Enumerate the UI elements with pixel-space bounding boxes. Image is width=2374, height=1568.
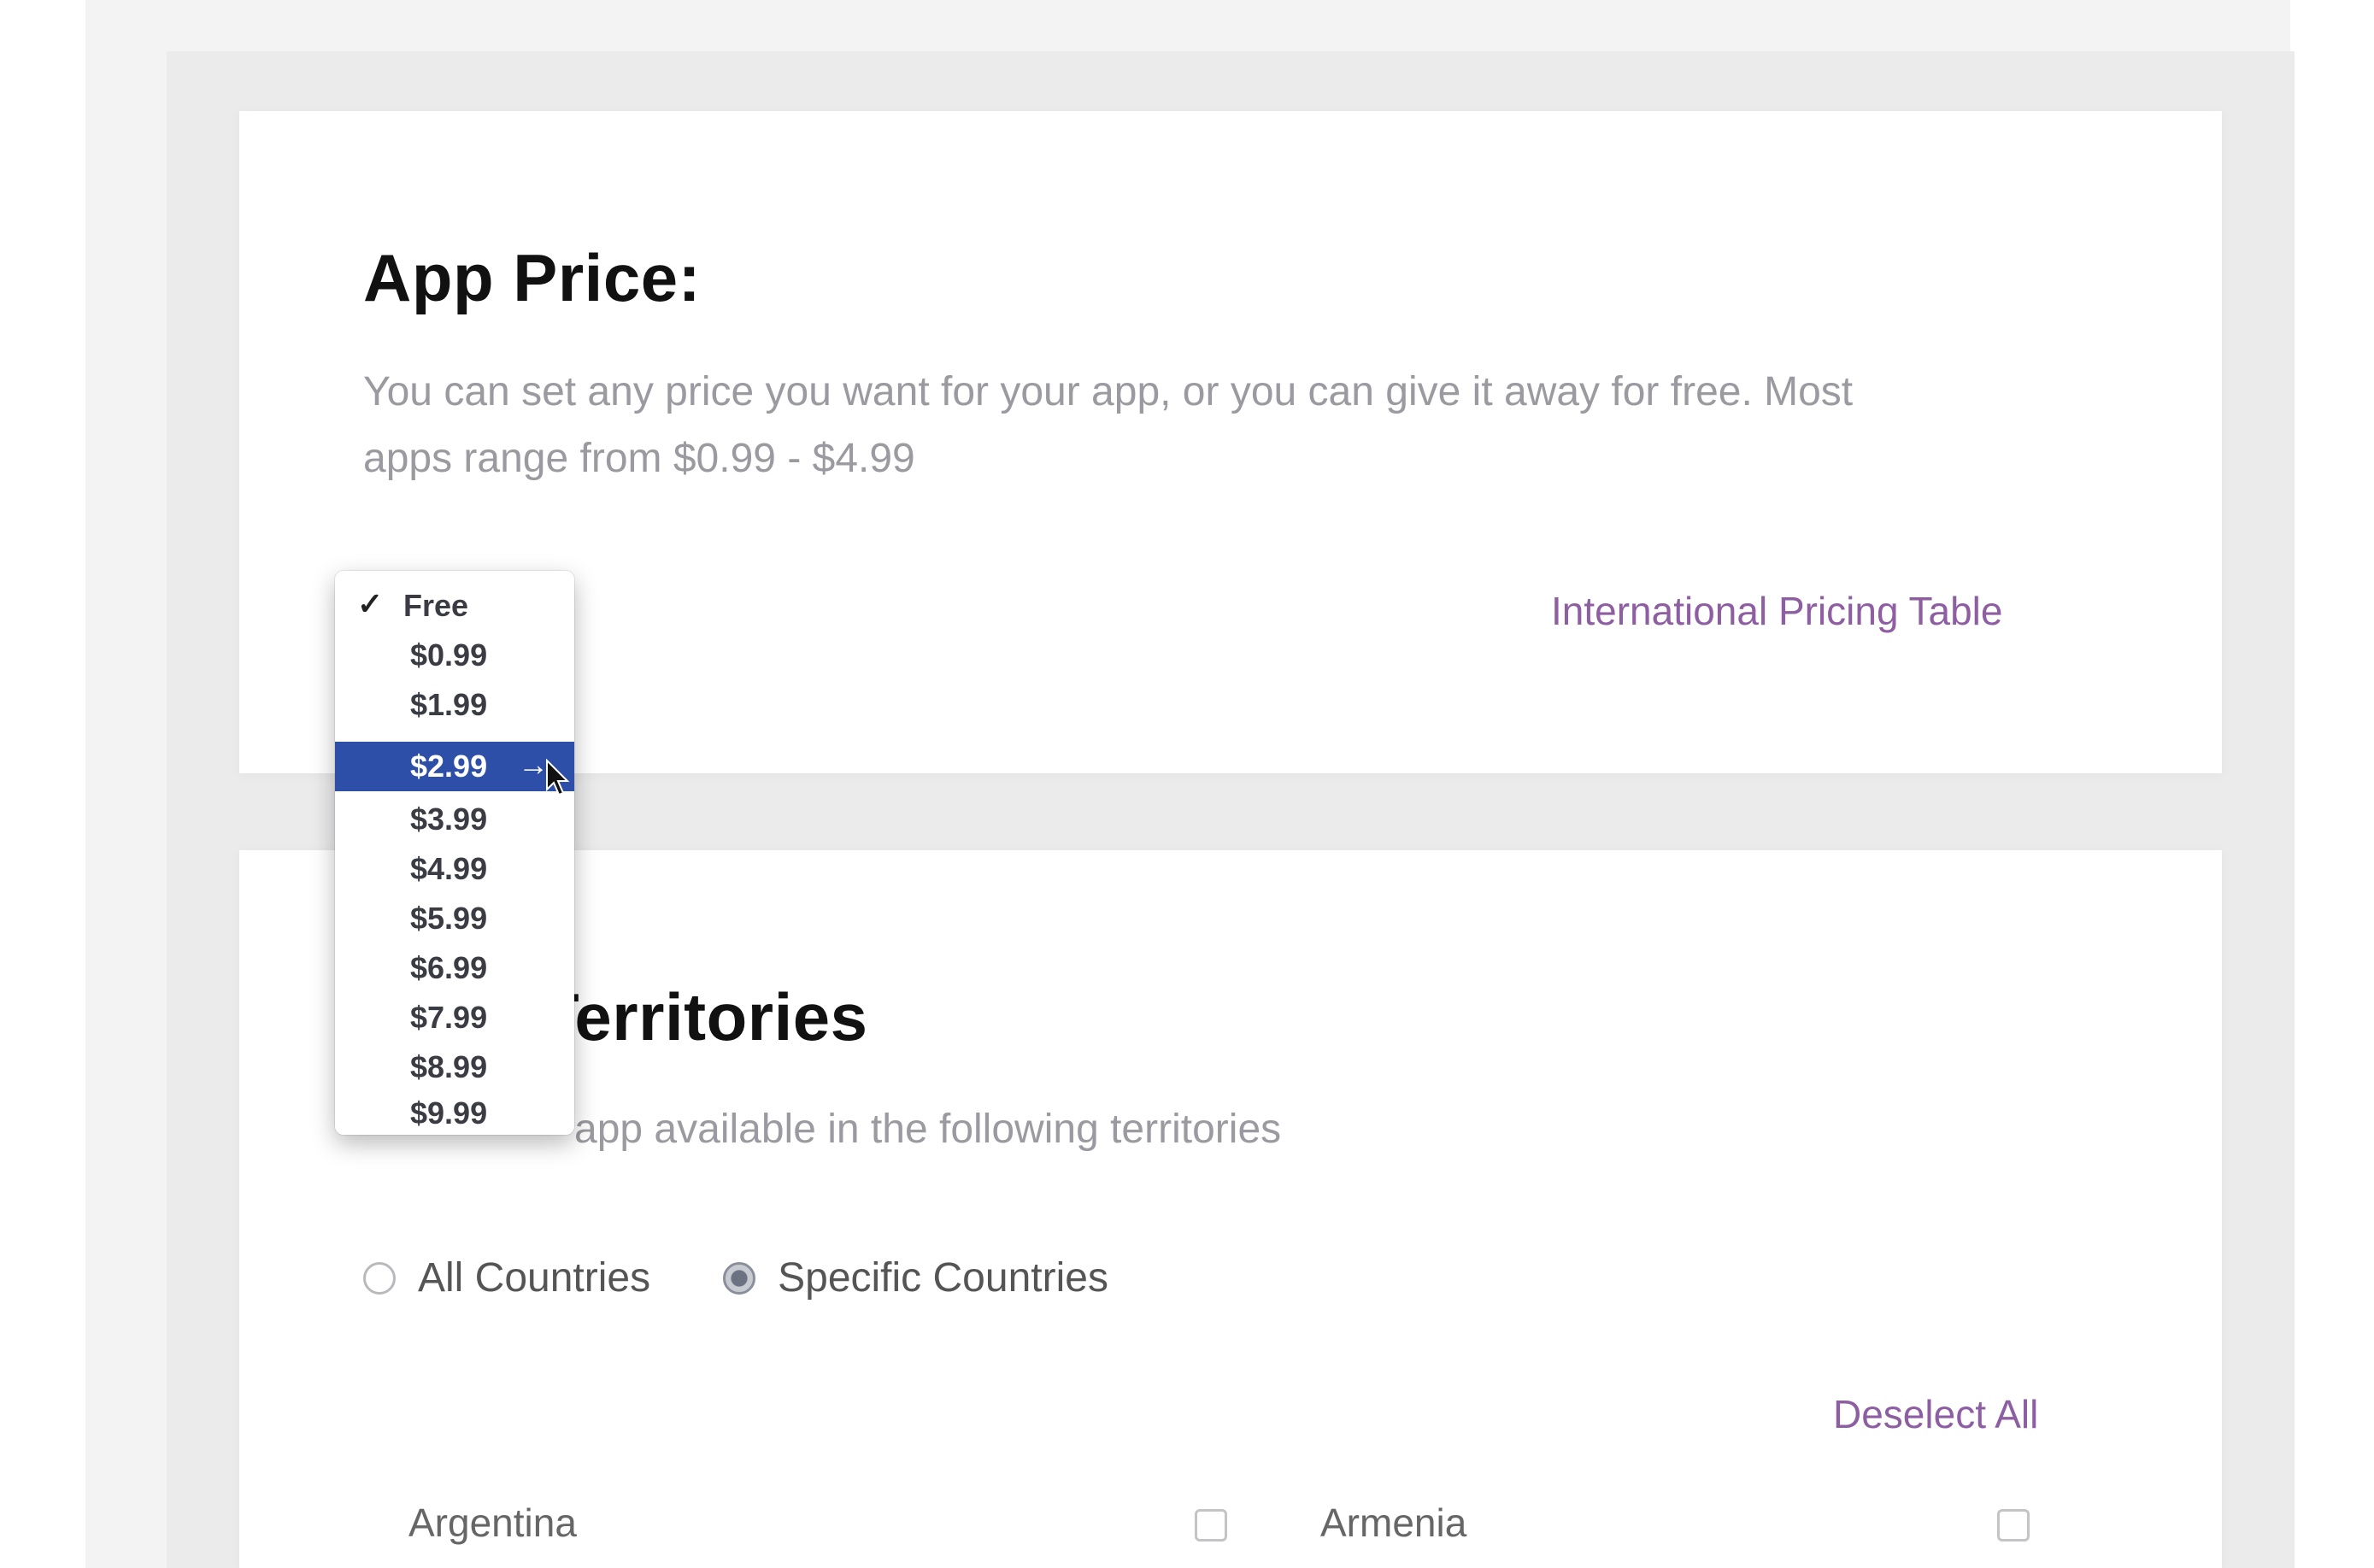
submenu-arrow-icon: →: [518, 747, 549, 782]
price-option-label: $8.99: [410, 1049, 488, 1084]
price-option-label: $3.99: [410, 802, 488, 837]
price-option-0-99[interactable]: $0.99: [335, 631, 574, 680]
price-option-label: $1.99: [410, 687, 488, 722]
deselect-all-link[interactable]: Deselect All: [1833, 1391, 2038, 1437]
app-price-description-line1: You can set any price you want for your …: [363, 369, 1854, 414]
territories-description: app available in the following territori…: [574, 1107, 1282, 1152]
price-option-3-99[interactable]: $3.99: [335, 795, 574, 844]
price-option-1-99[interactable]: $1.99: [335, 680, 574, 730]
country-checkbox-armenia[interactable]: [1997, 1509, 2030, 1542]
price-option-label: Free: [403, 588, 469, 623]
price-option-4-99[interactable]: $4.99: [335, 844, 574, 894]
territory-radio-group: All Countries Specific Countries: [363, 1254, 1181, 1301]
app-price-description-line2: apps range from $0.99 - $4.99: [363, 436, 915, 481]
radio-all-countries[interactable]: All Countries: [363, 1254, 650, 1301]
right-margin: [2290, 0, 2374, 1568]
price-option-label: $6.99: [410, 950, 488, 985]
price-option-8-99[interactable]: $8.99: [335, 1042, 574, 1092]
checkmark-icon: ✓: [357, 586, 384, 621]
radio-specific-countries[interactable]: Specific Countries: [723, 1254, 1108, 1301]
left-margin: [0, 0, 85, 1568]
mouse-pointer-icon: [546, 759, 570, 796]
price-option-9-99[interactable]: $9.99: [335, 1089, 574, 1135]
radio-all-countries-label: All Countries: [418, 1255, 651, 1301]
price-option-6-99[interactable]: $6.99: [335, 943, 574, 993]
price-option-free[interactable]: ✓ Free: [335, 581, 574, 631]
price-option-label: $2.99: [410, 749, 488, 784]
radio-specific-countries-circle[interactable]: [723, 1261, 756, 1295]
price-option-label: $0.99: [410, 637, 488, 672]
price-option-label: $4.99: [410, 851, 488, 886]
radio-specific-countries-label: Specific Countries: [778, 1255, 1108, 1301]
price-dropdown-menu[interactable]: ✓ Free $0.99 $1.99 $2.99 → $3.99 $4.99 $…: [335, 571, 574, 1135]
price-option-label: $7.99: [410, 1000, 488, 1035]
price-option-label: $5.99: [410, 901, 488, 936]
country-label-armenia: Armenia: [1320, 1500, 1467, 1545]
price-option-label: $9.99: [410, 1095, 488, 1130]
international-pricing-table-link[interactable]: International Pricing Table: [1551, 588, 2002, 634]
country-label-argentina: Argentina: [408, 1500, 577, 1545]
radio-all-countries-circle[interactable]: [363, 1261, 396, 1295]
price-option-7-99[interactable]: $7.99: [335, 993, 574, 1042]
app-price-heading: App Price:: [363, 240, 702, 315]
price-option-5-99[interactable]: $5.99: [335, 894, 574, 943]
territories-heading: Territories: [538, 979, 868, 1054]
country-checkbox-argentina[interactable]: [1195, 1509, 1227, 1542]
price-option-2-99[interactable]: $2.99 →: [335, 742, 574, 791]
app-settings-screen: App Price: You can set any price you wan…: [0, 0, 2374, 1568]
